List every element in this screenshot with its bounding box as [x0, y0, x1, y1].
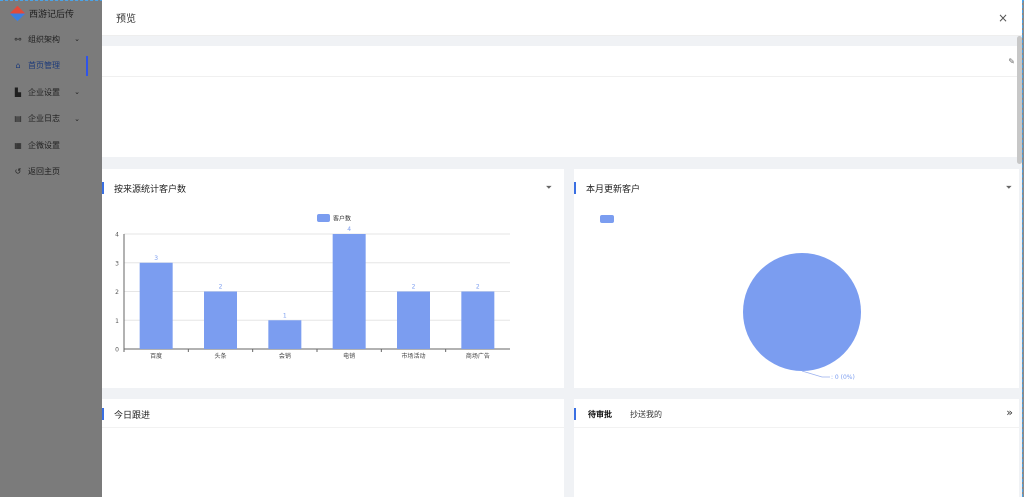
- bar: [268, 320, 302, 349]
- sidebar-item-label: 返回主页: [28, 167, 60, 177]
- sidebar-item[interactable]: ↺ 返回主页: [0, 159, 102, 186]
- monthly-customers-card: 本月更新客户 ⏷ : 0 (0%): [574, 169, 1019, 388]
- panel-divider: [102, 76, 1019, 77]
- followup-title: 今日跟进: [114, 410, 151, 421]
- x-tick-label: 市场活动: [401, 352, 425, 360]
- tab-pending-approval[interactable]: 待审批: [588, 409, 612, 420]
- bar: [139, 262, 173, 349]
- y-tick-label: 2: [115, 289, 119, 296]
- y-tick-label: 1: [115, 318, 119, 325]
- y-tick-label: 4: [115, 232, 119, 239]
- selection-frame-right: [1022, 0, 1023, 497]
- card-divider: [574, 427, 1019, 428]
- grid-icon: ▦: [14, 140, 22, 150]
- org-icon: ⚯: [14, 34, 22, 44]
- data-label: 2: [412, 284, 416, 291]
- data-label: 2: [476, 284, 480, 291]
- sidebar-item[interactable]: ▤ 企业日志 ⌄: [0, 106, 102, 133]
- sidebar-item-label: 企微设置: [28, 140, 60, 150]
- sidebar-item-label: 首页管理: [28, 61, 60, 71]
- x-tick-label: 百度: [150, 352, 162, 360]
- sidebar-item[interactable]: ⌂ 首页管理: [0, 53, 102, 80]
- drawer-title: 预览: [116, 14, 136, 25]
- legend-swatch: [317, 214, 330, 222]
- bar: [204, 291, 237, 349]
- legend-label: 客户数: [333, 215, 351, 223]
- drawer-header: 预览 ×: [102, 0, 1022, 36]
- banner-panel: ✎: [102, 46, 1019, 157]
- close-icon[interactable]: ×: [998, 11, 1008, 25]
- bar: [332, 234, 366, 349]
- x-tick-label: 会销: [279, 352, 291, 360]
- home-icon: ⌂: [15, 61, 21, 71]
- log-icon: ▤: [14, 114, 22, 124]
- x-tick-label: 电销: [343, 352, 355, 360]
- data-label: 4: [347, 226, 351, 233]
- brand-name: 西游记后传: [29, 9, 75, 20]
- data-label: 2: [219, 284, 223, 291]
- x-tick-label: 头条: [214, 352, 226, 360]
- sidebar-item-label: 企业设置: [28, 87, 60, 97]
- pie-chart: : 0 (0%): [600, 215, 861, 381]
- building-icon: ▙: [14, 87, 22, 97]
- y-tick-label: 0: [115, 347, 119, 354]
- back-icon: ↺: [14, 167, 22, 177]
- bar: [461, 291, 495, 349]
- card-divider: [102, 427, 564, 428]
- source-chart-card: 按来源统计客户数 ⏷ 0 1 2 3 4 3 百度 2 头条 1 会销 4 电销 2 市场活动 2 商场广告 客户…: [102, 169, 564, 388]
- data-label: 1: [283, 312, 287, 319]
- chevron-down-icon[interactable]: ⌄: [74, 115, 80, 123]
- bar-chart: 0 1 2 3 4 3 百度 2 头条 1 会销 4 电销 2 市场活动 2 商场广告 客户数: [115, 214, 510, 360]
- sidebar-nav: ⚯ 组织架构 ⌄ ⌂ 首页管理 ▙ 企业设置 ⌄ ▤ 企业日志 ⌄ ▦ 企微设置 ↺ 返回主页: [0, 26, 102, 185]
- followup-card: 今日跟进: [102, 399, 564, 497]
- x-tick-label: 商场广告: [466, 352, 490, 360]
- bar: [397, 291, 430, 349]
- app-sidebar: 西游记后传 ⚯ 组织架构 ⌄ ⌂ 首页管理 ▙ 企业设置 ⌄ ▤ 企业日志 ⌄ ▦ 企微设置 ↺ 返回主页: [0, 0, 102, 497]
- sidebar-item[interactable]: ▦ 企微设置: [0, 132, 102, 159]
- y-tick-label: 3: [115, 260, 119, 267]
- chevron-down-icon[interactable]: ⌄: [74, 35, 80, 43]
- sidebar-item-label: 组织架构: [28, 34, 60, 44]
- chevron-down-icon[interactable]: ⌄: [74, 88, 80, 96]
- preview-drawer: 预览 × ✎ 按来源统计客户数 ⏷ 0 1 2 3 4 3 百度 2 头条 1 会销 4 电销 2 市场活动…: [102, 0, 1022, 497]
- sidebar-item[interactable]: ▙ 企业设置 ⌄: [0, 79, 102, 106]
- title-accent-bar: [102, 408, 104, 420]
- legend-swatch: [600, 215, 614, 223]
- card-title: 今日跟进: [102, 408, 151, 421]
- brand-logo-icon: [9, 5, 26, 21]
- sidebar-item[interactable]: ⚯ 组织架构 ⌄: [0, 26, 102, 53]
- double-chevron-right-icon[interactable]: »: [1006, 406, 1013, 419]
- edit-icon[interactable]: ✎: [1008, 57, 1015, 66]
- brand[interactable]: 西游记后传: [0, 0, 102, 26]
- slice-label-line: [801, 370, 830, 378]
- data-label: 3: [154, 255, 158, 262]
- approval-tabs: 待审批 抄送我的: [574, 408, 680, 420]
- pie-slice: [743, 253, 861, 371]
- tab-cc-me[interactable]: 抄送我的: [630, 409, 662, 420]
- title-accent-bar: [574, 408, 576, 420]
- slice-label: : 0 (0%): [831, 374, 855, 381]
- sidebar-item-label: 企业日志: [28, 114, 60, 124]
- approval-card: 待审批 抄送我的 »: [574, 399, 1019, 497]
